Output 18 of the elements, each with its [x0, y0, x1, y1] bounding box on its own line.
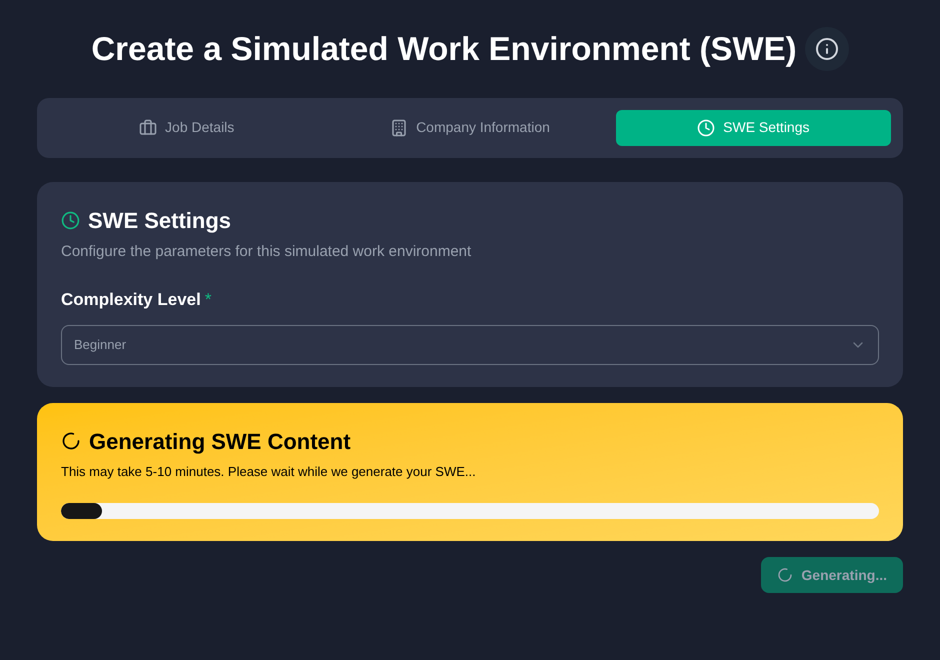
complexity-select[interactable]: Beginner — [61, 324, 879, 364]
card-description: Configure the parameters for this simulated work environment — [61, 242, 472, 262]
clock-icon — [697, 118, 716, 136]
spinner-icon — [777, 567, 794, 583]
progress-title: Generating SWE Content — [89, 428, 351, 456]
progress-message: This may take 5-10 minutes. Please wait while we generate your SWE... — [61, 462, 477, 481]
tab[interactable]: SWE Settings — [616, 110, 891, 146]
clock-icon — [61, 210, 80, 230]
spinner-icon — [61, 431, 81, 451]
field-label: Complexity Level — [61, 289, 201, 311]
info-icon — [814, 36, 839, 61]
card-title: SWE Settings — [88, 206, 232, 235]
briefcase-icon — [139, 118, 158, 136]
tab[interactable]: Job Details — [49, 110, 324, 146]
tab[interactable]: Company Information — [332, 110, 608, 146]
building-icon — [390, 118, 408, 136]
required-mark: * — [204, 289, 212, 311]
page-title: Create a Simulated Work Environment (SWE) — [91, 29, 797, 69]
